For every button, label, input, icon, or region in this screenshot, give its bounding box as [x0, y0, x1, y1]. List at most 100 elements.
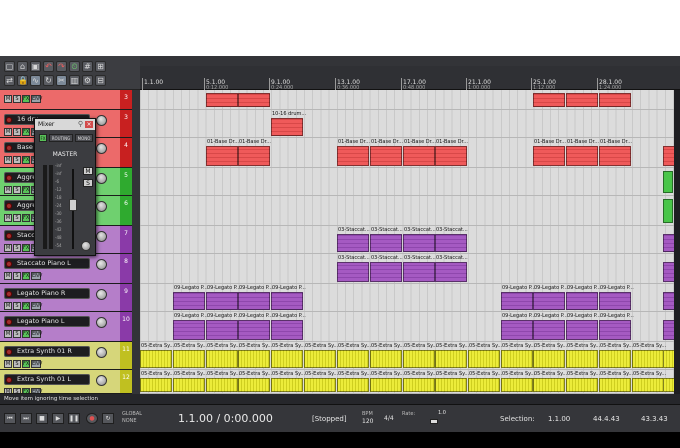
record-arm-button[interactable] — [6, 175, 12, 181]
volume-knob[interactable] — [96, 259, 107, 270]
rate-value[interactable]: 1.0 — [438, 410, 446, 416]
play-button[interactable]: ▶ — [52, 413, 64, 424]
record-arm-button[interactable] — [6, 261, 12, 267]
media-item[interactable] — [271, 350, 303, 368]
media-item[interactable] — [206, 320, 238, 340]
grid-icon[interactable]: # — [82, 61, 93, 72]
fx-button[interactable]: FX — [22, 330, 30, 338]
media-item[interactable] — [271, 118, 303, 136]
new-project-icon[interactable]: ▢ — [4, 61, 15, 72]
env-button[interactable]: ENV — [31, 330, 42, 338]
lock-icon[interactable]: 🔒 — [17, 75, 28, 86]
solo-button[interactable]: S — [13, 360, 21, 368]
mute-button[interactable]: M — [4, 95, 12, 103]
record-arm-button[interactable] — [6, 145, 12, 151]
media-item[interactable] — [403, 350, 435, 368]
track-header[interactable]: 10 Legato Piano L M S FX ENV — [0, 312, 132, 342]
media-item[interactable] — [435, 234, 467, 252]
volume-knob[interactable] — [96, 347, 107, 358]
env-button[interactable]: ENV — [31, 302, 42, 310]
mute-button[interactable]: M — [4, 128, 12, 136]
media-item[interactable] — [337, 262, 369, 282]
mixer-fx-button[interactable]: FX — [39, 134, 47, 142]
media-item[interactable] — [238, 93, 270, 107]
fx-button[interactable]: FX — [22, 360, 30, 368]
mute-button[interactable]: M — [4, 330, 12, 338]
media-item[interactable] — [271, 292, 303, 310]
media-item[interactable] — [271, 320, 303, 340]
media-item[interactable] — [370, 234, 402, 252]
track-lane[interactable] — [140, 196, 680, 226]
record-button[interactable]: ● — [86, 413, 98, 424]
master-fader[interactable] — [69, 199, 77, 211]
media-item[interactable] — [566, 292, 598, 310]
mixer-icon[interactable]: ▥ — [69, 75, 80, 86]
media-item[interactable] — [599, 320, 631, 340]
track-header[interactable]: 12 Extra Synth 01 L M S FX ENV — [0, 370, 132, 394]
volume-knob[interactable] — [96, 115, 107, 126]
mute-button[interactable]: M — [4, 156, 12, 164]
media-item[interactable] — [632, 378, 664, 392]
solo-button[interactable]: S — [13, 214, 21, 222]
mixer-pan-knob[interactable] — [81, 241, 91, 251]
media-item[interactable] — [238, 320, 270, 340]
media-item[interactable] — [173, 320, 205, 340]
mute-button[interactable]: M — [4, 214, 12, 222]
media-item[interactable] — [663, 199, 673, 223]
media-item[interactable] — [403, 378, 435, 392]
media-item[interactable] — [501, 292, 533, 310]
media-item[interactable] — [566, 378, 598, 392]
media-item[interactable] — [337, 378, 369, 392]
record-arm-button[interactable] — [6, 117, 12, 123]
record-arm-button[interactable] — [6, 233, 12, 239]
record-arm-button[interactable] — [6, 349, 12, 355]
track-lanes[interactable]: 10-16 drum... 01-Base Dr... 01-Base Dr... 0… — [140, 90, 680, 394]
undo-icon[interactable]: ↶ — [43, 61, 54, 72]
media-item[interactable] — [599, 146, 631, 166]
fx-button[interactable]: FX — [22, 128, 30, 136]
record-arm-button[interactable] — [6, 203, 12, 209]
media-item[interactable] — [238, 350, 270, 368]
razor-icon[interactable]: ✂ — [56, 75, 67, 86]
solo-button[interactable]: S — [13, 186, 21, 194]
track-header[interactable]: 3 M S FX ENV — [0, 90, 132, 110]
volume-knob[interactable] — [96, 375, 107, 386]
volume-knob[interactable] — [96, 231, 107, 242]
rate-slider[interactable] — [430, 419, 438, 424]
envelope-icon[interactable]: ∿ — [30, 75, 41, 86]
media-item[interactable] — [206, 378, 238, 392]
stop-button[interactable]: ■ — [36, 413, 48, 424]
media-item[interactable] — [206, 350, 238, 368]
mixer-mute-button[interactable]: M — [83, 167, 93, 175]
media-item[interactable] — [304, 350, 336, 368]
media-item[interactable] — [501, 320, 533, 340]
volume-knob[interactable] — [96, 317, 107, 328]
media-item[interactable] — [566, 350, 598, 368]
media-item[interactable] — [501, 378, 533, 392]
media-item[interactable] — [468, 378, 500, 392]
media-item[interactable] — [533, 378, 565, 392]
transport-position[interactable]: 1.1.00 / 0:00.000 — [178, 412, 273, 425]
env-button[interactable]: ENV — [31, 272, 42, 280]
track-lane[interactable] — [140, 168, 680, 196]
fx-button[interactable]: FX — [22, 214, 30, 222]
solo-button[interactable]: S — [13, 302, 21, 310]
fx-button[interactable]: FX — [22, 302, 30, 310]
media-item[interactable] — [304, 378, 336, 392]
record-arm-button[interactable] — [6, 291, 12, 297]
pause-button[interactable]: ❚❚ — [68, 413, 80, 424]
mute-button[interactable]: M — [4, 360, 12, 368]
mute-button[interactable]: M — [4, 272, 12, 280]
time-signature[interactable]: 4/4 — [384, 415, 394, 422]
mute-button[interactable]: M — [4, 244, 12, 252]
routing-button[interactable]: ROUTING — [49, 134, 73, 142]
media-item[interactable] — [173, 378, 205, 392]
media-item[interactable] — [533, 93, 565, 107]
media-item[interactable] — [140, 378, 172, 392]
track-name[interactable]: Extra Synth 01 L — [4, 374, 90, 385]
close-icon[interactable]: × — [85, 121, 93, 128]
solo-button[interactable]: S — [13, 156, 21, 164]
media-item[interactable] — [370, 350, 402, 368]
media-item[interactable] — [599, 378, 631, 392]
media-item[interactable] — [566, 93, 598, 107]
